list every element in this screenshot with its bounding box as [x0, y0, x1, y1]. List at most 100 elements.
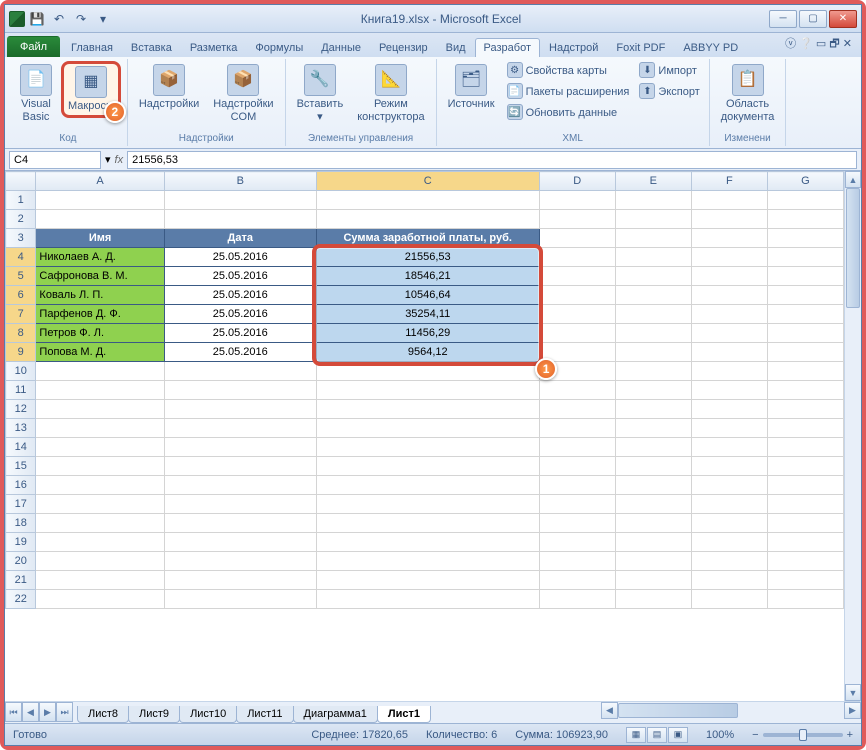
cell-B13[interactable] [164, 419, 316, 438]
tab-разработ[interactable]: Разработ [475, 38, 540, 57]
cell-G4[interactable] [767, 248, 843, 267]
cell-G8[interactable] [767, 324, 843, 343]
cell-D1[interactable] [539, 191, 615, 210]
row-5[interactable]: 5 [6, 267, 36, 286]
cell-G5[interactable] [767, 267, 843, 286]
tab-вставка[interactable]: Вставка [122, 38, 181, 57]
row-1[interactable]: 1 [6, 191, 36, 210]
col-B[interactable]: B [164, 172, 316, 191]
cell-C2[interactable] [316, 210, 539, 229]
cell-B12[interactable] [164, 400, 316, 419]
cell-F12[interactable] [691, 400, 767, 419]
cell-C6[interactable]: 10546,64 [316, 286, 539, 305]
cell-B3[interactable]: Дата [164, 229, 316, 248]
cell-C3[interactable]: Сумма заработной платы, руб. [316, 229, 539, 248]
cell-F4[interactable] [691, 248, 767, 267]
h-thumb[interactable] [618, 703, 738, 718]
addins-button[interactable]: 📦Надстройки [134, 61, 204, 114]
row-19[interactable]: 19 [6, 533, 36, 552]
visual-basic-button[interactable]: 📄Visual Basic [15, 61, 57, 127]
cell-A15[interactable] [36, 457, 164, 476]
cell-A4[interactable]: Николаев А. Д. [36, 248, 164, 267]
qat-more[interactable]: ▾ [93, 9, 113, 29]
cell-C9[interactable]: 9564,12 [316, 343, 539, 362]
cell-E15[interactable] [615, 457, 691, 476]
cell-G22[interactable] [767, 590, 843, 609]
expansion-packs-button[interactable]: 📄Пакеты расширения [504, 82, 633, 102]
tab-вид[interactable]: Вид [437, 38, 475, 57]
tab-данные[interactable]: Данные [312, 38, 370, 57]
tab-last[interactable]: ⏭ [56, 702, 73, 722]
minimize-button[interactable]: ─ [769, 10, 797, 28]
cell-F21[interactable] [691, 571, 767, 590]
cell-C12[interactable] [316, 400, 539, 419]
view-normal[interactable]: ▦ [626, 727, 646, 743]
cell-D14[interactable] [539, 438, 615, 457]
cell-A22[interactable] [36, 590, 164, 609]
fx-icon[interactable]: fx [115, 154, 124, 166]
document-area-button[interactable]: 📋Область документа [716, 61, 780, 127]
cell-A14[interactable] [36, 438, 164, 457]
cell-A10[interactable] [36, 362, 164, 381]
row-20[interactable]: 20 [6, 552, 36, 571]
cell-F6[interactable] [691, 286, 767, 305]
cell-F11[interactable] [691, 381, 767, 400]
tab-prev[interactable]: ◀ [22, 702, 39, 722]
row-12[interactable]: 12 [6, 400, 36, 419]
sheet-tab-Лист1[interactable]: Лист1 [377, 706, 431, 723]
row-15[interactable]: 15 [6, 457, 36, 476]
cell-B14[interactable] [164, 438, 316, 457]
cell-B18[interactable] [164, 514, 316, 533]
cell-F5[interactable] [691, 267, 767, 286]
cell-F7[interactable] [691, 305, 767, 324]
row-8[interactable]: 8 [6, 324, 36, 343]
maximize-button[interactable]: ▢ [799, 10, 827, 28]
cell-E18[interactable] [615, 514, 691, 533]
zoom-slider[interactable] [763, 733, 843, 737]
qat-save[interactable]: 💾 [27, 9, 47, 29]
cell-E19[interactable] [615, 533, 691, 552]
row-14[interactable]: 14 [6, 438, 36, 457]
cell-B22[interactable] [164, 590, 316, 609]
cell-B19[interactable] [164, 533, 316, 552]
sheet-tab-Лист10[interactable]: Лист10 [179, 706, 237, 723]
cell-B10[interactable] [164, 362, 316, 381]
cell-D3[interactable] [539, 229, 615, 248]
cell-E17[interactable] [615, 495, 691, 514]
cell-F1[interactable] [691, 191, 767, 210]
cell-E9[interactable] [615, 343, 691, 362]
cell-C20[interactable] [316, 552, 539, 571]
cell-C21[interactable] [316, 571, 539, 590]
cell-G9[interactable] [767, 343, 843, 362]
sheet-tab-Диаграмма1[interactable]: Диаграмма1 [293, 706, 378, 723]
cell-F18[interactable] [691, 514, 767, 533]
cell-G11[interactable] [767, 381, 843, 400]
cell-D7[interactable] [539, 305, 615, 324]
cell-D11[interactable] [539, 381, 615, 400]
col-D[interactable]: D [539, 172, 615, 191]
col-G[interactable]: G [767, 172, 843, 191]
col-A[interactable]: A [36, 172, 164, 191]
cell-G1[interactable] [767, 191, 843, 210]
cell-D22[interactable] [539, 590, 615, 609]
cell-A21[interactable] [36, 571, 164, 590]
cell-G12[interactable] [767, 400, 843, 419]
row-9[interactable]: 9 [6, 343, 36, 362]
col-E[interactable]: E [615, 172, 691, 191]
cell-G17[interactable] [767, 495, 843, 514]
row-11[interactable]: 11 [6, 381, 36, 400]
cell-E3[interactable] [615, 229, 691, 248]
tab-формулы[interactable]: Формулы [246, 38, 312, 57]
row-22[interactable]: 22 [6, 590, 36, 609]
row-16[interactable]: 16 [6, 476, 36, 495]
cell-F8[interactable] [691, 324, 767, 343]
cell-A9[interactable]: Попова М. Д. [36, 343, 164, 362]
insert-control-button[interactable]: 🔧Вставить▾ [292, 61, 349, 127]
cell-C19[interactable] [316, 533, 539, 552]
cell-G15[interactable] [767, 457, 843, 476]
tab-next[interactable]: ▶ [39, 702, 56, 722]
cell-C14[interactable] [316, 438, 539, 457]
cell-B11[interactable] [164, 381, 316, 400]
cell-F22[interactable] [691, 590, 767, 609]
cell-E1[interactable] [615, 191, 691, 210]
